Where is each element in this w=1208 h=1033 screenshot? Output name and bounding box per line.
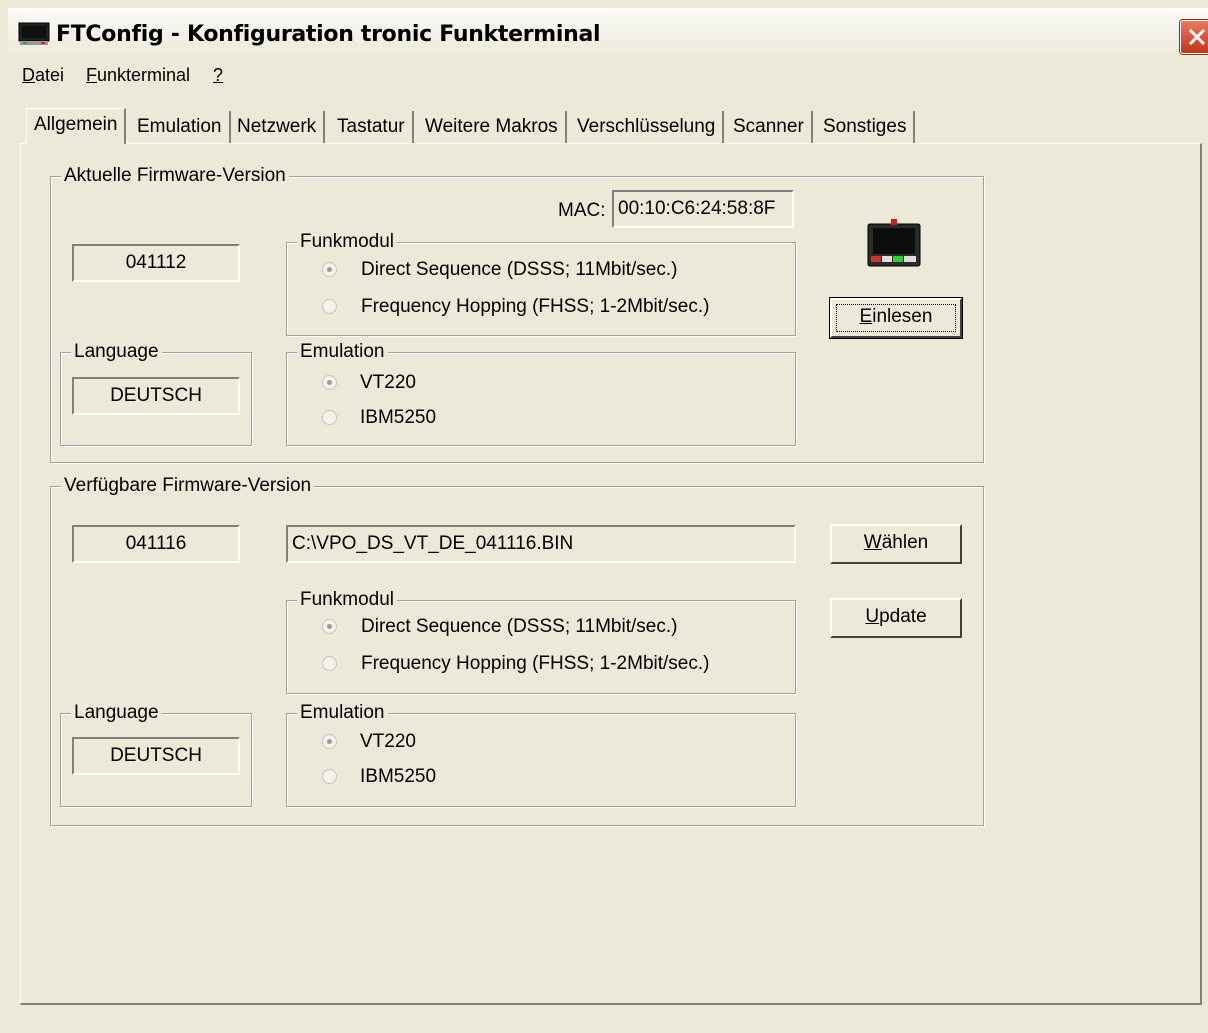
current-version-field: 041112 (72, 244, 240, 282)
current-language-label: Language (71, 340, 162, 364)
radio-button (322, 619, 337, 634)
current-emulation-label: Emulation (297, 340, 388, 364)
tab-netzwerk[interactable]: Netzwerk (230, 111, 326, 143)
current-funkmodul-label: Funkmodul (297, 230, 397, 254)
radio-button (322, 299, 337, 314)
tab-tastatur[interactable]: Tastatur (330, 111, 414, 143)
radio-button (322, 262, 337, 277)
radio-label: Frequency Hopping (FHSS; 1-2Mbit/sec.) (361, 653, 710, 674)
available-emulation-group: Emulation (286, 701, 796, 807)
radio-label: Direct Sequence (DSSS; 11Mbit/sec.) (361, 616, 678, 637)
firmware-file-path-field: C:\VPO_DS_VT_DE_041116.BIN (286, 525, 796, 563)
menu-datei[interactable]: Datei (22, 65, 64, 86)
device-terminal-icon (866, 218, 922, 268)
current-language-field: DEUTSCH (72, 377, 240, 415)
tab-emulation[interactable]: Emulation (130, 111, 231, 143)
menu-funkterminal[interactable]: Funkterminal (86, 65, 190, 86)
window-title: FTConfig - Konfiguration tronic Funkterm… (56, 22, 601, 47)
tab-sonstiges[interactable]: Sonstiges (816, 111, 916, 143)
available-language-field: DEUTSCH (72, 737, 240, 775)
current-firmware-label: Aktuelle Firmware-Version (61, 164, 289, 188)
focus-rect (836, 304, 956, 332)
available-firmware-label: Verfügbare Firmware-Version (61, 474, 315, 498)
available-version-field: 041116 (72, 525, 240, 563)
close-icon (1188, 28, 1206, 46)
radio-button (322, 734, 337, 749)
menu-help[interactable]: ? (213, 65, 223, 86)
available-emulation-label: Emulation (297, 701, 388, 725)
tab-weitere-makros[interactable]: Weitere Makros (418, 111, 567, 143)
menu-datei-rest: atei (35, 65, 65, 85)
menu-bar: Datei Funkterminal ? (8, 60, 1208, 92)
mac-label: MAC: (558, 200, 606, 221)
radio-button (322, 375, 337, 390)
radio-button (322, 656, 337, 671)
tab-verschluesselung[interactable]: Verschlüsselung (570, 111, 725, 143)
available-language-label: Language (71, 701, 162, 725)
current-emulation-group: Emulation (286, 340, 796, 446)
radio-label: Direct Sequence (DSSS; 11Mbit/sec.) (361, 259, 678, 280)
mac-field: 00:10:C6:24:58:8F (612, 190, 794, 228)
available-funkmodul-label: Funkmodul (297, 588, 397, 612)
waehlen-button[interactable]: Wählen (830, 524, 962, 564)
update-button[interactable]: Update (830, 598, 962, 638)
radio-button (322, 769, 337, 784)
radio-button (322, 410, 337, 425)
radio-label: VT220 (360, 731, 416, 752)
close-button[interactable] (1180, 20, 1208, 54)
tab-allgemein[interactable]: Allgemein (26, 108, 127, 144)
radio-label: Frequency Hopping (FHSS; 1-2Mbit/sec.) (361, 296, 710, 317)
terminal-icon (18, 22, 50, 46)
einlesen-button[interactable]: Einlesen (829, 297, 963, 339)
title-bar: FTConfig - Konfiguration tronic Funkterm… (8, 8, 1208, 58)
radio-label: VT220 (360, 372, 416, 393)
radio-label: IBM5250 (360, 407, 437, 428)
radio-label: IBM5250 (360, 766, 437, 787)
tab-scanner[interactable]: Scanner (726, 111, 813, 143)
